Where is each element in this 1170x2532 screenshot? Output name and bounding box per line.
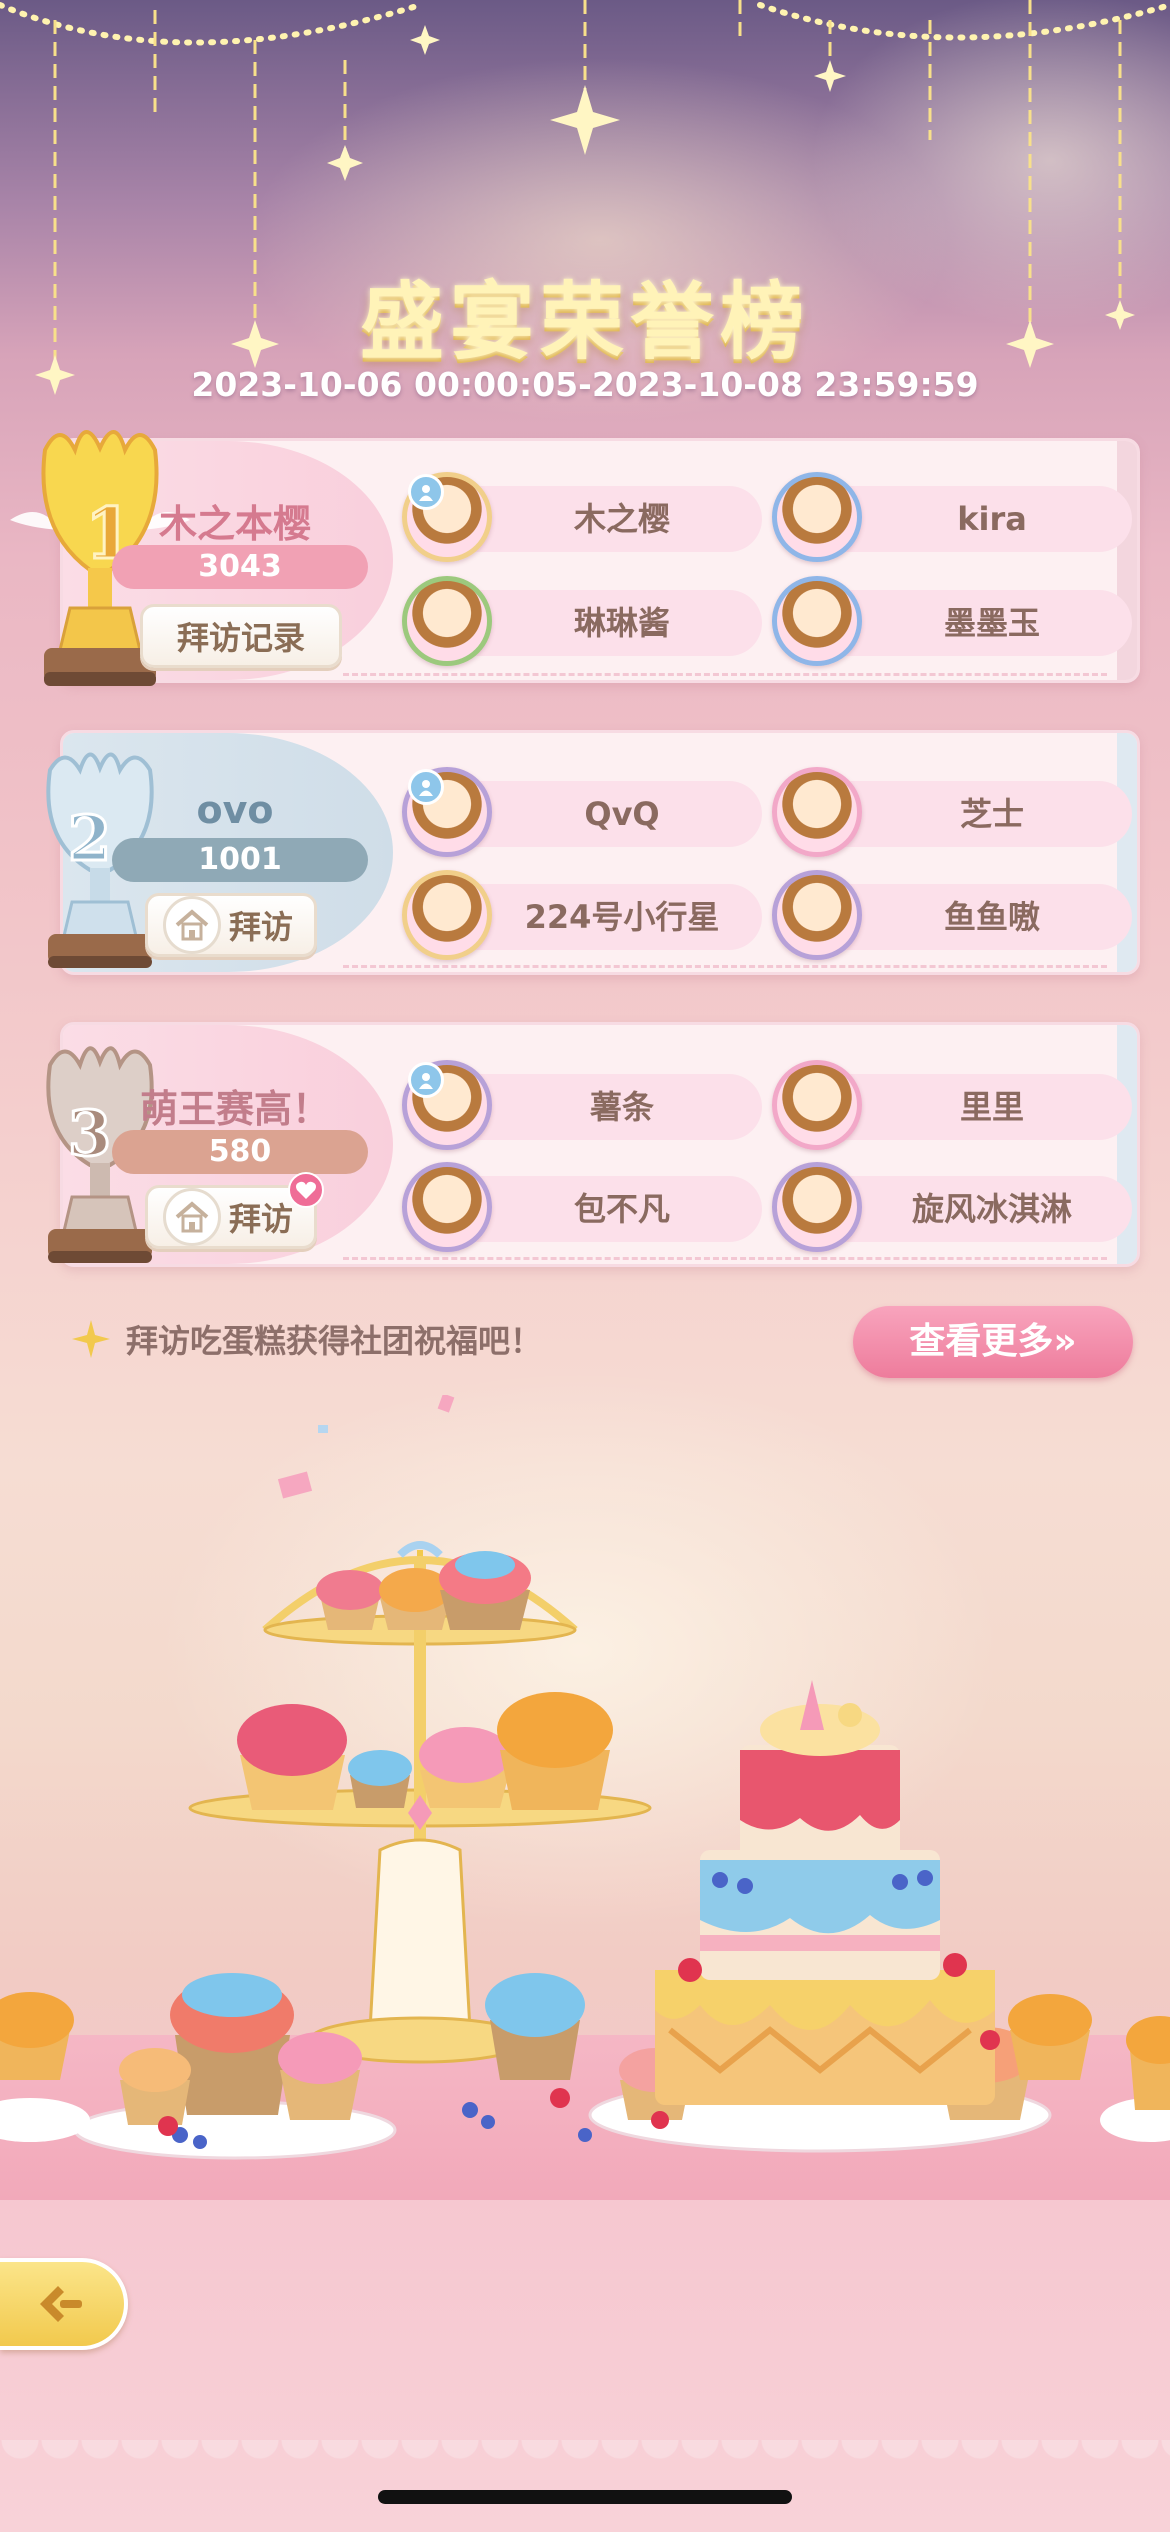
date-range: 2023-10-06 00:00:05-2023-10-08 23:59:59 [191,365,979,404]
view-more-button[interactable]: 查看更多» [853,1306,1133,1378]
visit-label: 拜访 [228,908,293,946]
page-title: 盛宴荣誉榜 [359,272,810,371]
member-avatar [402,576,492,666]
member-item[interactable]: 包不凡 [402,1162,762,1252]
person-icon [408,1062,444,1098]
score-pill: 1001 [112,838,368,882]
back-button[interactable] [0,2258,128,2350]
member-item[interactable]: QvQ [402,767,762,857]
member-item[interactable]: 里里 [772,1060,1132,1150]
dessert-table-illustration [0,1541,1170,2160]
member-avatar [772,1060,862,1150]
person-icon [408,769,444,805]
visit-record-label: 拜访记录 [176,619,305,657]
member-item[interactable]: 224号小行星 [402,870,762,960]
member-avatar [772,576,862,666]
member-avatar [772,767,862,857]
member-avatar [772,1162,862,1252]
leader-name: 萌王赛高！ [139,1087,330,1131]
leader-name: 木之本樱 [158,502,311,546]
heart-badge-icon [288,1172,324,1208]
home-icon [162,896,221,954]
member-item[interactable]: 旋风冰淇淋 [772,1162,1132,1252]
visit-record-button[interactable]: 拜访记录 [140,604,342,668]
member-item[interactable]: 薯条 [402,1060,762,1150]
member-item[interactable]: 墨墨玉 [772,576,1132,666]
visit-button[interactable]: 拜访 [145,893,317,957]
member-item[interactable]: 木之樱 [402,472,762,562]
person-icon [408,474,444,510]
table-scallop [0,2440,1170,2470]
leader-name: ovo [196,788,274,832]
card-divider [343,1257,1107,1260]
sparkle-icon [72,1320,110,1358]
card-divider [343,965,1107,968]
back-icon [40,2286,82,2322]
home-icon [162,1188,221,1246]
score-pill: 3043 [112,545,368,589]
member-item[interactable]: 芝士 [772,767,1132,857]
table-cloth [0,2200,1170,2532]
member-avatar [402,870,492,960]
member-item[interactable]: kira [772,472,1132,562]
card-divider [343,673,1107,676]
member-avatar [402,1162,492,1252]
member-item[interactable]: 鱼鱼嗷 [772,870,1132,960]
member-avatar [772,472,862,562]
hint-row: 拜访吃蛋糕获得社团祝福吧！ [70,1316,542,1362]
score-pill: 580 [112,1130,368,1174]
member-avatar [772,870,862,960]
home-indicator [378,2490,792,2504]
hint-text: 拜访吃蛋糕获得社团祝福吧！ [126,1322,543,1360]
visit-label: 拜访 [228,1200,293,1238]
member-item[interactable]: 琳琳酱 [402,576,762,666]
